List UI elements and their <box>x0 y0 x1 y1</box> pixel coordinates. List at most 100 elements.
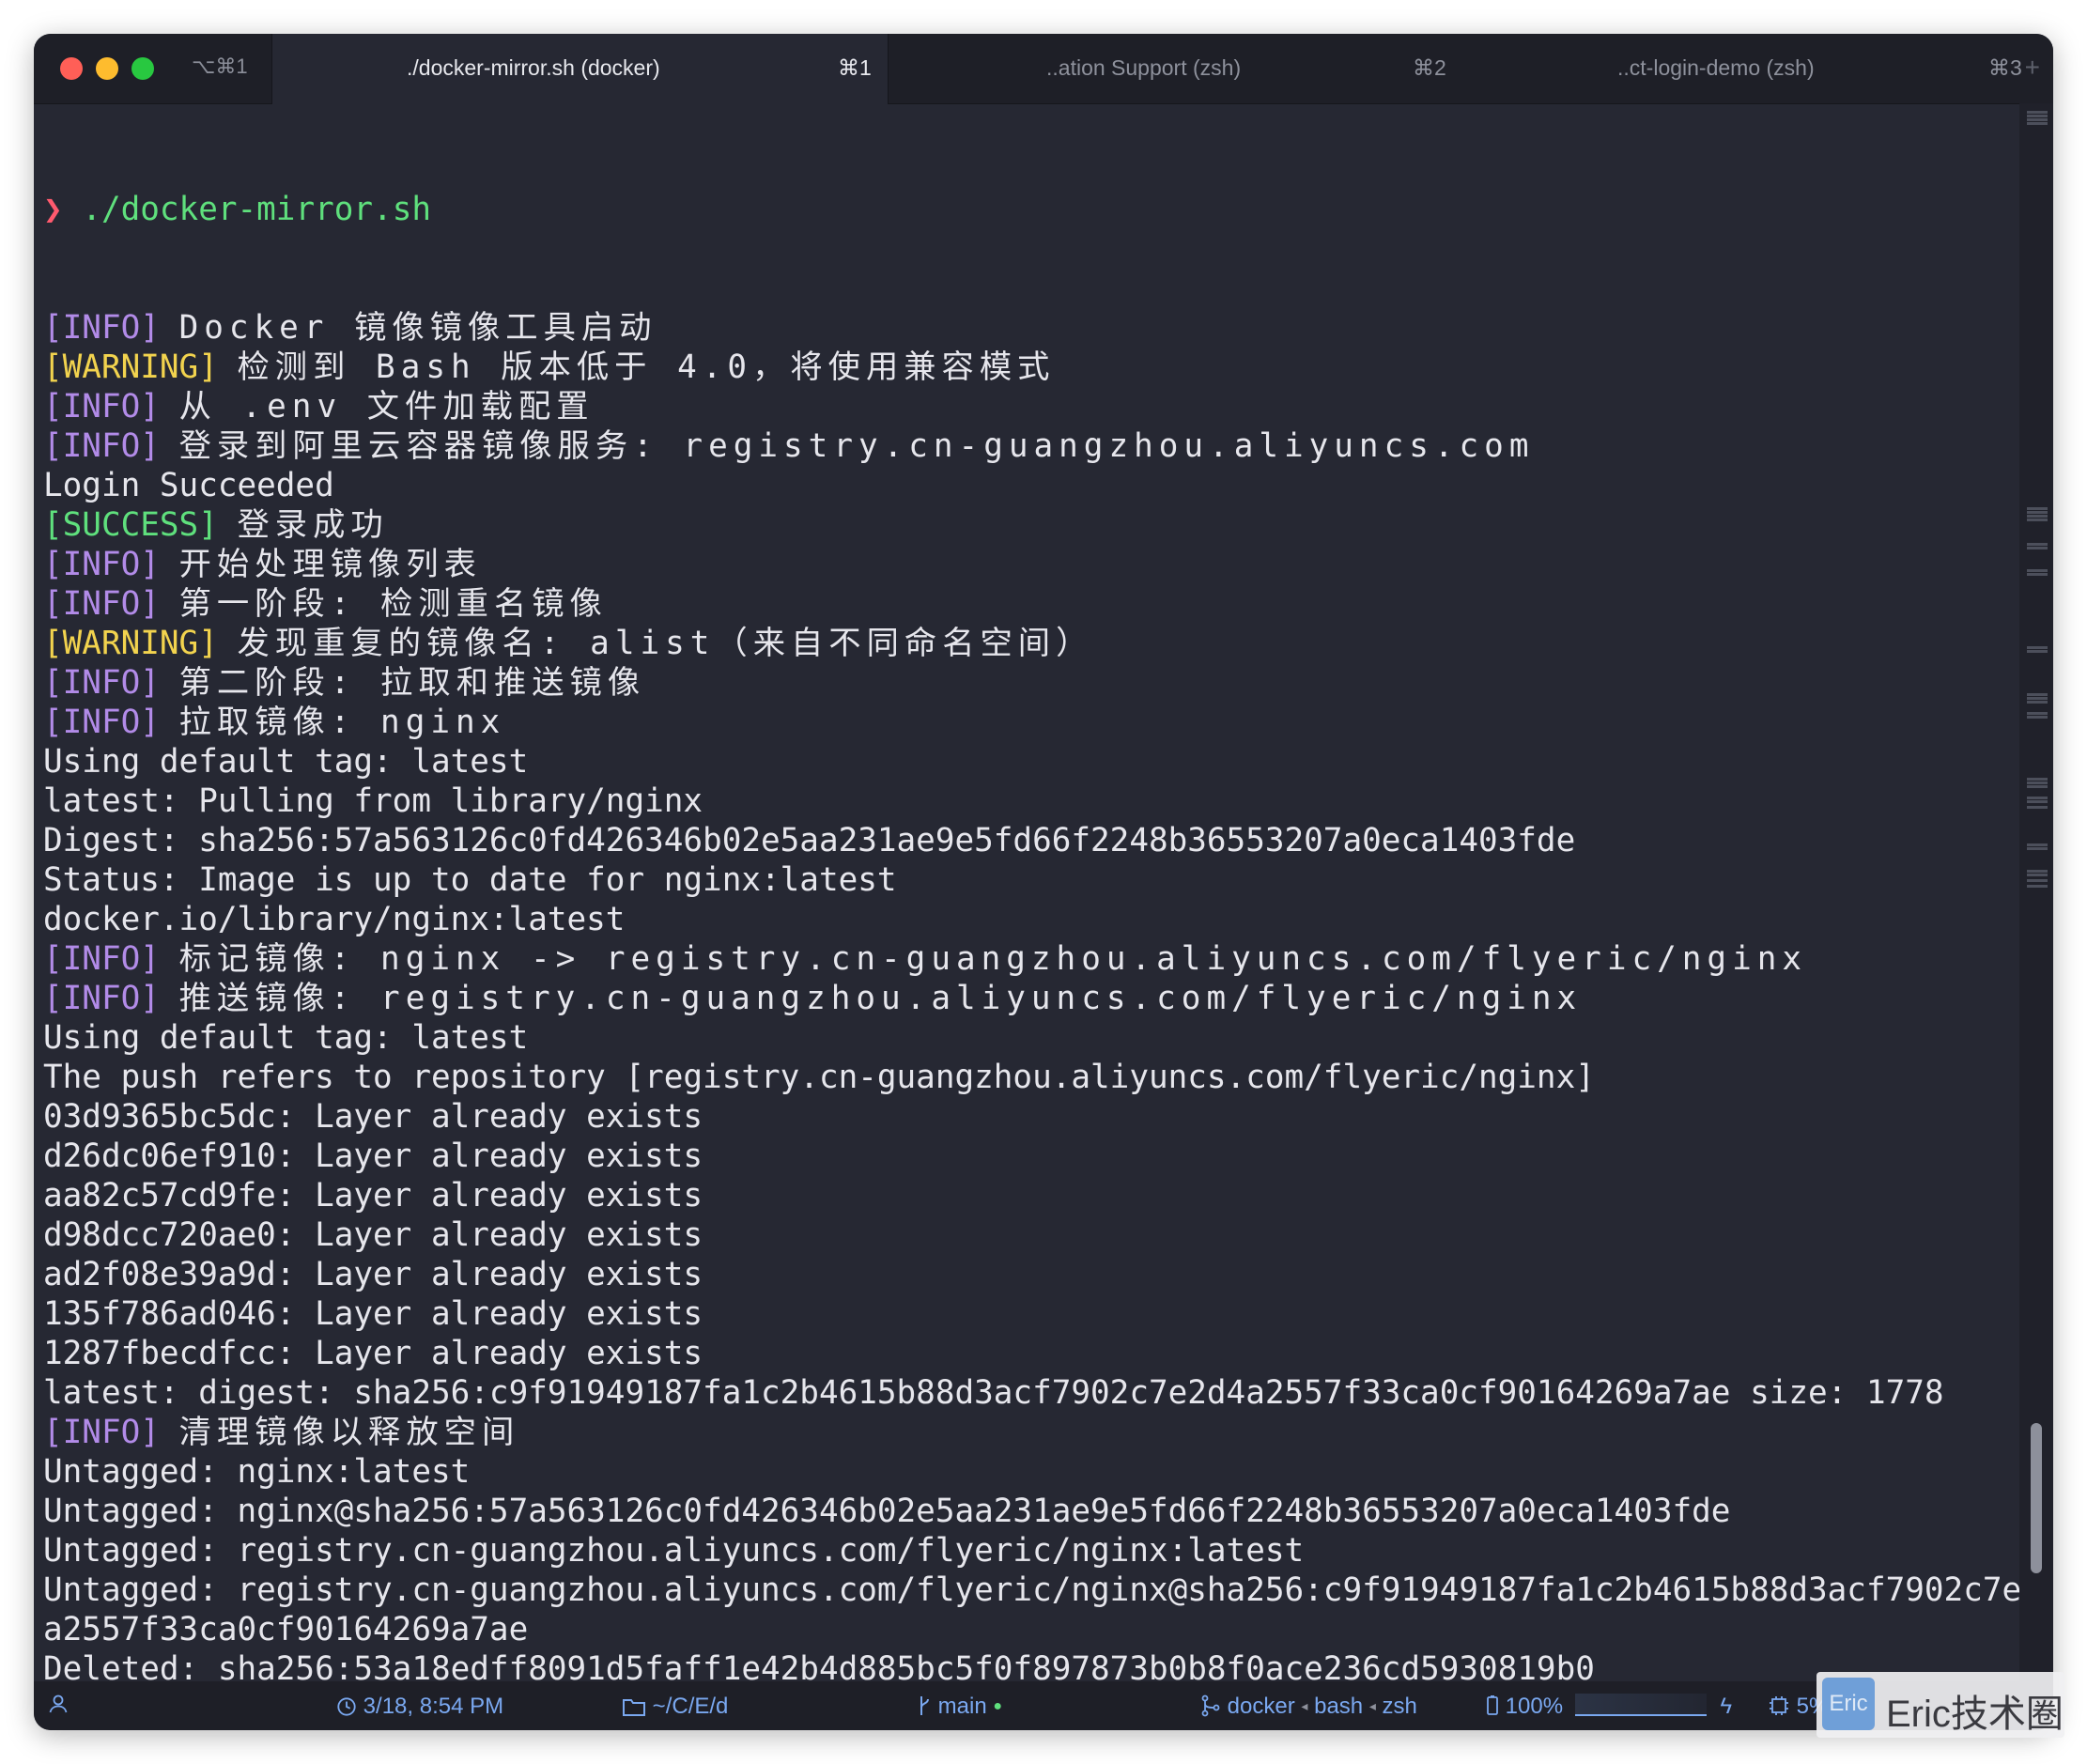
log-message: 推送镜像: registry.cn-guangzhou.aliyuncs.com… <box>178 980 1583 1017</box>
log-message: latest: digest: sha256:c9f91949187fa1c2b… <box>43 1374 1944 1412</box>
tab-shortcut: ⌘3 <box>1988 55 2022 80</box>
terminal-line: Using default tag: latest <box>43 1018 2053 1058</box>
terminal-line: [INFO] 第二阶段: 拉取和推送镜像 <box>43 663 2053 703</box>
terminal-line: latest: Pulling from library/nginx <box>43 781 2053 821</box>
log-message: 第一阶段: 检测重名镜像 <box>178 585 608 623</box>
status-branch: main ● <box>917 1694 1002 1720</box>
terminal-line: d98dcc720ae0: Layer already exists <box>43 1215 2053 1255</box>
title-bar: ⌥⌘1 ./docker-mirror.sh (docker) ⌘1 ..ati… <box>34 34 2053 104</box>
tab-application-support[interactable]: ..ation Support (zsh) ⌘2 <box>887 34 1472 103</box>
scrollbar-marker <box>2027 716 2048 719</box>
terminal-scrollbar[interactable] <box>2019 103 2053 1681</box>
window-shortcut: ⌥⌘1 <box>192 54 248 78</box>
scrollbar-marker <box>2027 507 2048 510</box>
close-window-button[interactable] <box>60 57 83 80</box>
terminal-line: [INFO] 拉取镜像: nginx <box>43 703 2053 742</box>
log-message: 03d9365bc5dc: Layer already exists <box>43 1098 703 1136</box>
scrollbar-marker <box>2027 870 2048 873</box>
battery-value: 100% <box>1505 1694 1564 1719</box>
log-message: Using default tag: latest <box>43 1019 529 1057</box>
scrollbar-marker <box>2027 122 2048 125</box>
new-tab-plus-icon[interactable]: + <box>2025 53 2040 83</box>
log-message: 开始处理镜像列表 <box>178 546 482 583</box>
terminal-line: aa82c57cd9fe: Layer already exists <box>43 1176 2053 1215</box>
minimize-window-button[interactable] <box>96 57 118 80</box>
terminal-line: [INFO] 推送镜像: registry.cn-guangzhou.aliyu… <box>43 979 2053 1018</box>
log-level-tag: [SUCCESS] <box>43 506 218 544</box>
status-processes: docker ◂ bash ◂ zsh <box>1200 1694 1417 1720</box>
prompt-command: ./docker-mirror.sh <box>82 191 431 228</box>
terminal-line: [INFO] 登录到阿里云容器镜像服务: registry.cn-guangzh… <box>43 426 2053 466</box>
tab-label: ..ct-login-demo (zsh) <box>1617 55 1815 80</box>
log-message: aa82c57cd9fe: Layer already exists <box>43 1177 703 1215</box>
log-message: ad2f08e39a9d: Layer already exists <box>43 1256 703 1293</box>
zoom-window-button[interactable] <box>131 57 154 80</box>
terminal-line: Untagged: registry.cn-guangzhou.aliyuncs… <box>43 1531 2053 1571</box>
log-message: 登录到阿里云容器镜像服务: registry.cn-guangzhou.aliy… <box>178 427 1535 465</box>
log-message: Docker 镜像镜像工具启动 <box>178 309 657 347</box>
log-level-tag: [INFO] <box>43 388 160 426</box>
log-message: latest: Pulling from library/nginx <box>43 782 703 820</box>
terminal-line: ad2f08e39a9d: Layer already exists <box>43 1255 2053 1294</box>
terminal-line: Untagged: nginx@sha256:57a563126c0fd4263… <box>43 1492 2053 1531</box>
scrollbar-marker <box>2027 778 2048 781</box>
status-time: 3/18, 8:54 PM <box>336 1694 503 1720</box>
terminal-line: The push refers to repository [registry.… <box>43 1058 2053 1097</box>
scrollbar-marker <box>2027 847 2048 850</box>
log-message: The push refers to repository [registry.… <box>43 1059 1595 1096</box>
log-level-tag: [INFO] <box>43 704 160 741</box>
tab-docker-mirror[interactable]: ./docker-mirror.sh (docker) ⌘1 <box>271 34 889 104</box>
watermark-logo: Eric <box>1822 1678 1875 1730</box>
terminal-line: 03d9365bc5dc: Layer already exists <box>43 1097 2053 1137</box>
scrollbar-marker <box>2027 543 2048 546</box>
log-message: 拉取镜像: nginx <box>178 704 506 741</box>
terminal-line: [SUCCESS] 登录成功 <box>43 505 2053 545</box>
terminal-line: a2557f33ca0cf90164269a7ae <box>43 1610 2053 1649</box>
status-time-value: 3/18, 8:54 PM <box>363 1694 504 1719</box>
terminal-line: [INFO] 标记镜像: nginx -> registry.cn-guangz… <box>43 939 2053 979</box>
scrollbar-marker <box>2027 118 2048 121</box>
terminal-line: d26dc06ef910: Layer already exists <box>43 1137 2053 1176</box>
log-message: 检测到 Bash 版本低于 4.0，将使用兼容模式 <box>237 348 1056 386</box>
status-battery: 100% ϟ <box>1486 1694 1732 1720</box>
log-message: Digest: sha256:57a563126c0fd426346b02e5a… <box>43 822 1576 859</box>
terminal-output[interactable]: ❯ ./docker-mirror.sh [INFO] Docker 镜像镜像工… <box>34 103 2053 1681</box>
log-level-tag: [INFO] <box>43 1414 160 1451</box>
process-tree-icon <box>1201 1694 1220 1717</box>
scrollbar-marker <box>2027 515 2048 518</box>
log-message: 135f786ad046: Layer already exists <box>43 1295 703 1333</box>
scrollbar-marker <box>2027 569 2048 572</box>
log-level-tag: [INFO] <box>43 664 160 702</box>
branch-status-dot-icon: ● <box>993 1698 1003 1714</box>
terminal-line: 1287fbecdfcc: Layer already exists <box>43 1334 2053 1373</box>
log-message: d98dcc720ae0: Layer already exists <box>43 1216 703 1254</box>
terminal-line: Using default tag: latest <box>43 742 2053 781</box>
status-directory-value: ~/C/E/d <box>652 1694 729 1719</box>
scrollbar-marker <box>2027 697 2048 700</box>
scrollbar-marker <box>2027 115 2048 117</box>
prompt-line: ❯ ./docker-mirror.sh <box>43 190 2053 229</box>
log-message: 清理镜像以释放空间 <box>178 1414 520 1451</box>
tab-login-demo[interactable]: ..ct-login-demo (zsh) ⌘3 <box>1472 34 2053 103</box>
scrollbar-thumb[interactable] <box>2031 1423 2042 1573</box>
log-message: Untagged: registry.cn-guangzhou.aliyuncs… <box>43 1571 2053 1609</box>
battery-level-bar <box>1574 1694 1707 1716</box>
terminal-line: [INFO] 第一阶段: 检测重名镜像 <box>43 584 2053 624</box>
process-bash: bash <box>1314 1694 1364 1719</box>
terminal-line: Status: Image is up to date for nginx:la… <box>43 860 2053 900</box>
scrollbar-marker <box>2027 885 2048 888</box>
tab-shortcut: ⌘1 <box>838 55 872 80</box>
scrollbar-marker <box>2027 712 2048 715</box>
log-message: Status: Image is up to date for nginx:la… <box>43 861 897 899</box>
log-level-tag: [INFO] <box>43 546 160 583</box>
log-message: Login Succeeded <box>43 467 334 504</box>
process-zsh: zsh <box>1382 1694 1417 1719</box>
terminal-line: Deleted: sha256:53a18edff8091d5faff1e42b… <box>43 1649 2053 1681</box>
terminal-line: docker.io/library/nginx:latest <box>43 900 2053 939</box>
process-docker: docker <box>1227 1694 1295 1719</box>
log-level-tag: [WARNING] <box>43 625 218 662</box>
log-level-tag: [INFO] <box>43 940 160 978</box>
terminal-line: Untagged: nginx:latest <box>43 1452 2053 1492</box>
scrollbar-marker <box>2027 781 2048 784</box>
scrollbar-marker <box>2027 547 2048 549</box>
